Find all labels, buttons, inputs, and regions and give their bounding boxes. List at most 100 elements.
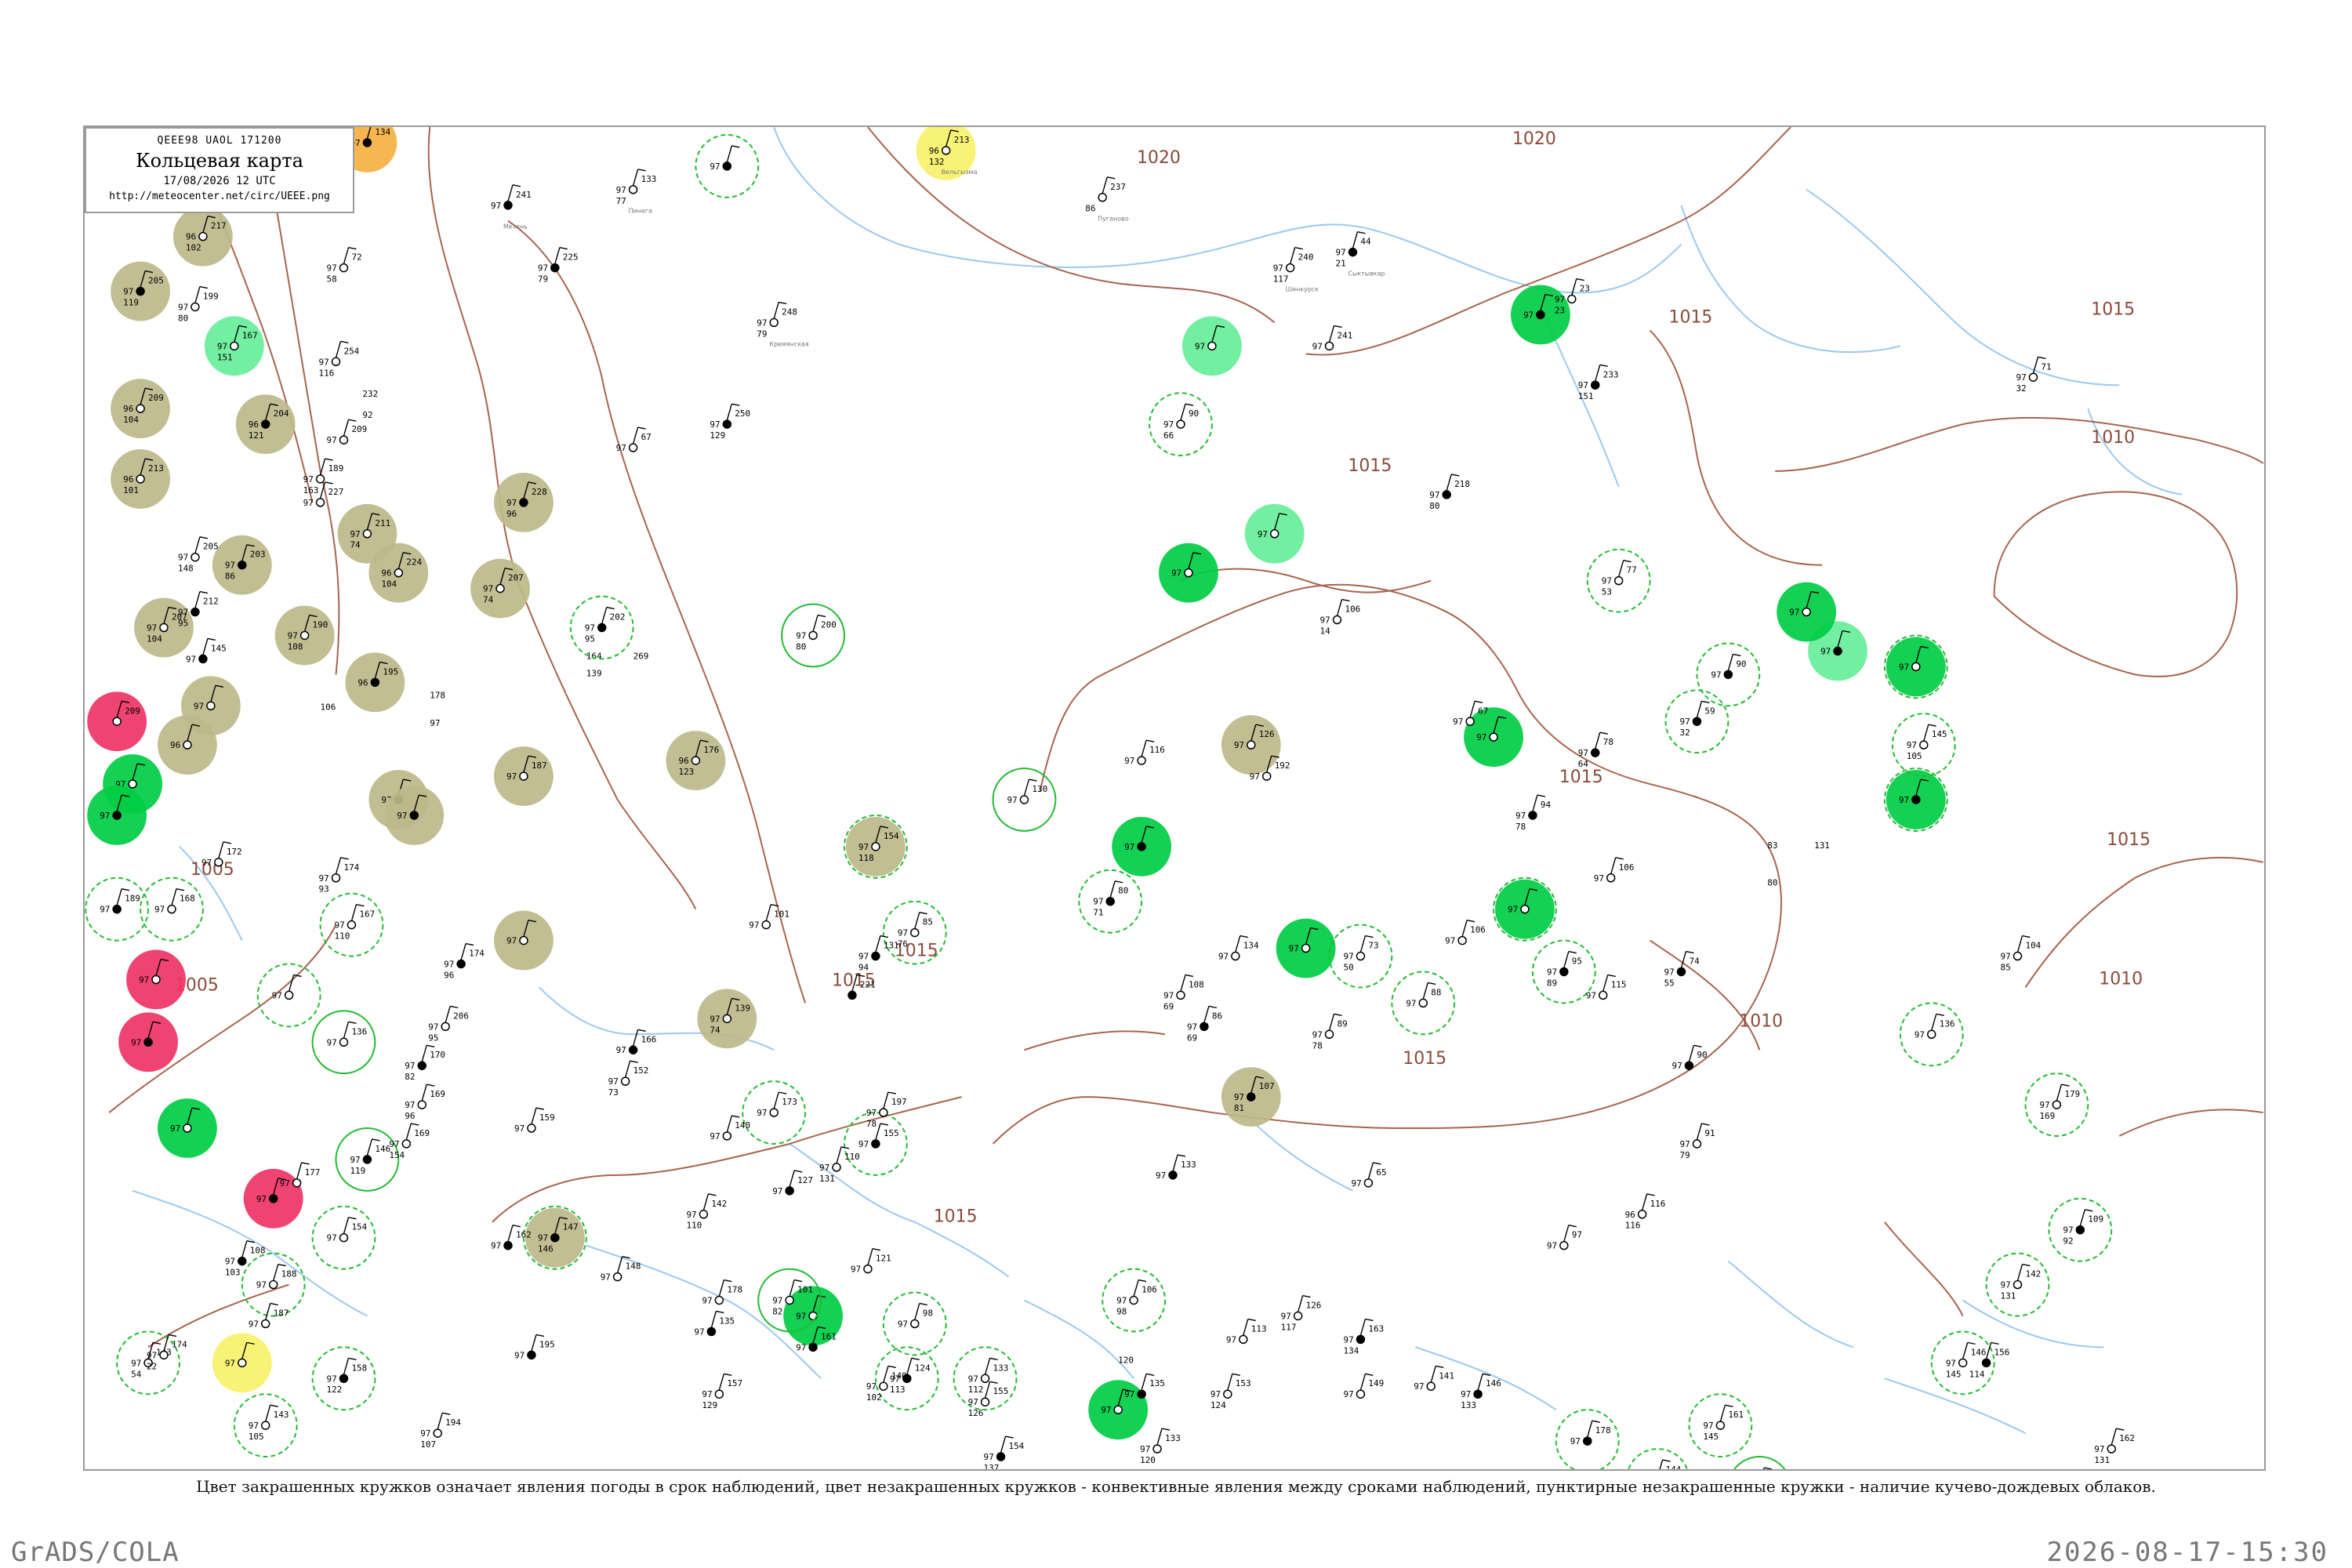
- map-canvas[interactable]: 1020 1020 1015 1015 1015 1015 1015 1015 1010 1010…: [85, 127, 2264, 1469]
- station-marker[interactable]: 97 97: [1547, 1225, 1582, 1251]
- station-marker[interactable]: 97: [1181, 316, 1242, 376]
- station-marker[interactable]: 203 9786: [212, 535, 272, 595]
- station-marker[interactable]: 173 97: [742, 1080, 807, 1145]
- station-marker[interactable]: 213 96101: [111, 449, 170, 509]
- station-marker[interactable]: 200 9780: [781, 603, 845, 668]
- station-marker[interactable]: 65 97: [1351, 1162, 1387, 1189]
- station-marker[interactable]: 136 97: [311, 1010, 376, 1075]
- station-marker[interactable]: 90 97: [1672, 1044, 1708, 1071]
- station-marker[interactable]: 167 97110: [319, 892, 384, 957]
- station-marker[interactable]: 73 9750: [1328, 924, 1393, 989]
- station-marker[interactable]: 74 9755: [1664, 950, 1700, 989]
- station-marker[interactable]: 97: [118, 1012, 178, 1073]
- station-marker[interactable]: 250 97129: [710, 403, 750, 441]
- station-marker[interactable]: 147 97146: [522, 1205, 587, 1270]
- station-marker[interactable]: 174 9722: [147, 1334, 187, 1371]
- station-marker[interactable]: 97: [87, 786, 147, 845]
- station-marker[interactable]: 140 97: [710, 1115, 750, 1142]
- station-marker[interactable]: 121 97: [851, 1247, 891, 1275]
- station-marker[interactable]: 189 97: [85, 877, 150, 942]
- station-marker[interactable]: 97: [695, 133, 760, 198]
- station-marker[interactable]: 179 97169: [2024, 1073, 2089, 1137]
- station-marker[interactable]: 145 97: [186, 637, 227, 664]
- station-marker[interactable]: 90 97: [1696, 642, 1761, 707]
- station-marker[interactable]: 78 9764: [1578, 731, 1613, 769]
- station-marker[interactable]: 13097: [992, 768, 1057, 832]
- station-marker[interactable]: 146 97133: [1461, 1373, 1501, 1410]
- station-marker[interactable]: 167 97151: [204, 316, 264, 376]
- station-marker[interactable]: 195 97: [514, 1334, 555, 1360]
- station-marker[interactable]: 187 97: [249, 1302, 289, 1329]
- station-marker[interactable]: 106 97: [1594, 857, 1635, 884]
- station-marker[interactable]: 239723: [1555, 278, 1590, 316]
- station-marker[interactable]: 106 9798: [1102, 1268, 1167, 1333]
- station-marker[interactable]: 197 9778: [866, 1091, 907, 1129]
- station-marker[interactable]: 205 97119: [111, 261, 170, 321]
- station-marker[interactable]: 218 9780: [1429, 474, 1470, 511]
- station-marker[interactable]: 161 97145: [1688, 1393, 1753, 1458]
- station-marker[interactable]: 13097: [1728, 1456, 1791, 1469]
- station-marker[interactable]: 97: [494, 910, 554, 971]
- station-marker[interactable]: 153 97124: [1210, 1373, 1251, 1410]
- station-marker[interactable]: 97: [158, 1098, 217, 1158]
- station-marker[interactable]: 72 9758: [327, 246, 362, 285]
- station-marker[interactable]: 174 9796: [444, 942, 485, 981]
- legend-url[interactable]: http://meteocenter.net/circ/UEEE.png: [86, 191, 353, 202]
- station-marker[interactable]: 97: [1088, 1380, 1149, 1440]
- station-marker[interactable]: 143 97105: [233, 1393, 298, 1458]
- station-marker[interactable]: 187 97: [494, 746, 554, 806]
- station-marker[interactable]: 217 96102: [172, 206, 233, 267]
- station-marker[interactable]: 96: [158, 715, 217, 775]
- station-marker[interactable]: 141 97: [1414, 1365, 1454, 1392]
- station-marker[interactable]: 224 96104: [368, 543, 429, 603]
- station-marker[interactable]: 115 97: [1586, 974, 1627, 1000]
- station-marker[interactable]: 163 97134: [1343, 1318, 1384, 1356]
- station-marker[interactable]: 97: [126, 949, 186, 1010]
- station-marker[interactable]: 142 97131: [1985, 1252, 2050, 1317]
- station-marker[interactable]: 172 97: [201, 841, 242, 868]
- station-marker[interactable]: 126 97: [1221, 715, 1281, 775]
- station-marker[interactable]: 142 97110: [686, 1193, 727, 1231]
- station-marker[interactable]: 174 9793: [319, 857, 360, 895]
- station-marker[interactable]: 97: [1112, 816, 1172, 877]
- station-marker[interactable]: 126 97117: [1281, 1294, 1322, 1333]
- station-marker[interactable]: 169 97154: [389, 1123, 430, 1160]
- station-marker[interactable]: 212 9795: [178, 590, 219, 629]
- station-marker[interactable]: 228 9796: [494, 472, 554, 532]
- station-marker[interactable]: 80 9771: [1078, 869, 1143, 934]
- station-marker[interactable]: 158 97122: [311, 1346, 376, 1411]
- station-marker[interactable]: 77 9753: [1586, 548, 1651, 613]
- station-marker[interactable]: 248 9779Кремянская: [757, 301, 809, 347]
- station-marker[interactable]: 59 9732: [1664, 689, 1730, 754]
- station-marker[interactable]: 154 97137: [984, 1436, 1025, 1469]
- station-marker[interactable]: 97: [1276, 918, 1336, 978]
- station-marker[interactable]: 195 96: [345, 652, 405, 713]
- station-marker[interactable]: 11696116: [1625, 1193, 1666, 1231]
- station-marker[interactable]: 159 97: [514, 1107, 555, 1134]
- station-marker[interactable]: 134 97: [1218, 935, 1259, 962]
- station-marker[interactable]: 188 97: [241, 1252, 306, 1317]
- station-marker[interactable]: 133 97: [1156, 1154, 1196, 1181]
- station-marker[interactable]: 148 97: [601, 1255, 641, 1283]
- station-marker[interactable]: 116 97: [1124, 739, 1165, 766]
- station-marker[interactable]: 169 9796: [405, 1083, 445, 1121]
- station-marker[interactable]: 97: [1159, 543, 1218, 603]
- station-marker[interactable]: 104 9785: [2001, 935, 2042, 973]
- station-marker[interactable]: 106 9714: [1320, 598, 1361, 637]
- station-marker[interactable]: 67 97: [616, 426, 652, 453]
- station-marker[interactable]: 204 96121: [235, 394, 296, 455]
- station-marker[interactable]: 207 9774: [470, 558, 530, 619]
- station-marker[interactable]: 209 96104: [111, 379, 170, 439]
- station-marker[interactable]: 86 9769: [1187, 1005, 1222, 1043]
- station-marker[interactable]: 213 96132 Вельгызма: [916, 127, 978, 180]
- station-marker[interactable]: 152 9773: [608, 1060, 649, 1098]
- station-marker[interactable]: 241 97: [1312, 325, 1353, 351]
- station-marker[interactable]: 97: [1464, 707, 1523, 768]
- station-marker[interactable]: 154 97: [311, 1205, 376, 1270]
- station-marker[interactable]: 194 97107: [420, 1412, 461, 1450]
- station-marker[interactable]: 97: [212, 1333, 272, 1393]
- station-marker[interactable]: 97: [384, 786, 445, 845]
- station-marker[interactable]: 178 97: [1555, 1409, 1620, 1469]
- station-marker[interactable]: 176 96123: [666, 731, 726, 791]
- station-marker[interactable]: 108 9769: [1163, 974, 1204, 1011]
